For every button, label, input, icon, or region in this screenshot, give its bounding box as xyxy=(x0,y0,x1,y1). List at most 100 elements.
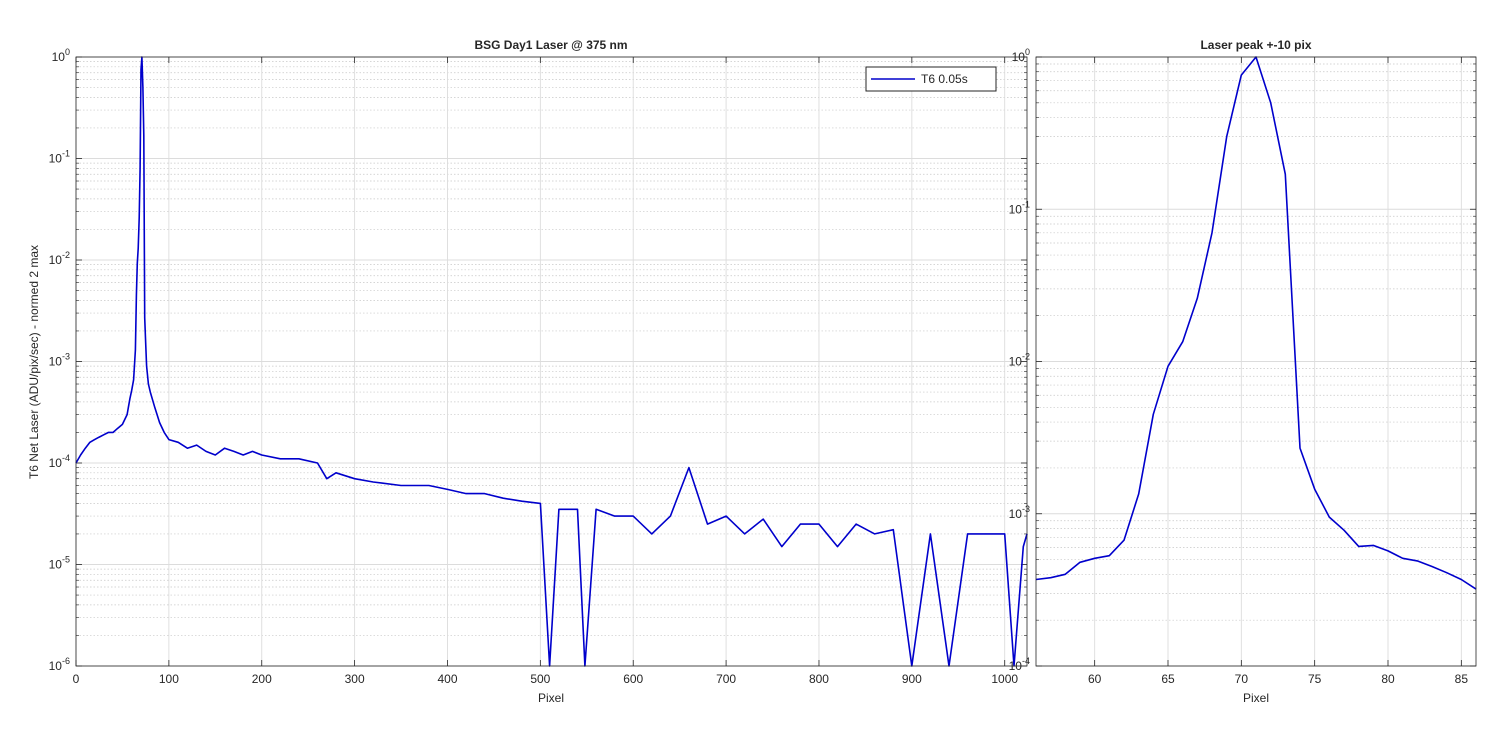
data-point xyxy=(688,467,690,469)
data-point xyxy=(148,383,150,385)
data-point xyxy=(502,497,504,499)
x-tick-label: 900 xyxy=(902,672,922,686)
y-tick-base: 10 xyxy=(1009,659,1023,673)
y-tick-exponent: -4 xyxy=(1022,656,1030,666)
data-point xyxy=(800,523,802,525)
x-tick-label: 60 xyxy=(1088,672,1102,686)
data-point xyxy=(762,518,764,520)
data-point xyxy=(98,436,100,438)
x-tick-label: 200 xyxy=(252,672,272,686)
y-tick-exponent: -1 xyxy=(62,149,70,159)
data-point xyxy=(484,493,486,495)
x-tick-label: 100 xyxy=(159,672,179,686)
data-point xyxy=(117,427,119,429)
data-point xyxy=(1402,558,1404,560)
x-tick-label: 800 xyxy=(809,672,829,686)
data-point xyxy=(122,424,124,426)
data-point xyxy=(163,432,165,434)
peak-chart-title: Laser peak +-10 pix xyxy=(1200,38,1311,52)
y-tick-base: 10 xyxy=(49,152,63,166)
data-point xyxy=(1343,529,1345,531)
data-point xyxy=(1358,546,1360,548)
data-point xyxy=(187,447,189,449)
y-tick-exponent: -2 xyxy=(62,250,70,260)
data-point xyxy=(428,485,430,487)
y-tick-label: 10-6 xyxy=(49,656,70,673)
data-point xyxy=(1050,577,1052,579)
x-tick-label: 0 xyxy=(73,672,80,686)
data-point xyxy=(632,515,634,517)
y-tick-base: 10 xyxy=(1009,355,1023,369)
x-tick-label: 65 xyxy=(1161,672,1175,686)
y-tick-label: 10-1 xyxy=(49,149,70,166)
data-point xyxy=(136,294,138,296)
main-spectrum-chart: 10-610-510-410-310-210-11000 100 200 300 400… xyxy=(27,38,1028,705)
y-tick-label: 10-2 xyxy=(49,250,70,267)
data-point xyxy=(465,493,467,495)
y-tick-label: 10-5 xyxy=(49,555,70,572)
data-point xyxy=(818,523,820,525)
data-point xyxy=(651,533,653,535)
data-point xyxy=(137,262,139,264)
data-point xyxy=(1197,298,1199,300)
data-point xyxy=(326,478,328,480)
data-point xyxy=(874,533,876,535)
data-point xyxy=(781,546,783,548)
y-tick-label: 100 xyxy=(52,47,70,64)
y-tick-label: 10-4 xyxy=(1009,656,1030,673)
legend-label: T6 0.05s xyxy=(921,72,968,86)
data-point xyxy=(1167,366,1169,368)
data-point xyxy=(614,515,616,517)
data-point xyxy=(94,439,96,441)
data-point xyxy=(242,454,244,456)
data-point xyxy=(140,69,142,71)
data-point xyxy=(1373,545,1375,547)
y-tick-base: 10 xyxy=(1009,202,1023,216)
data-point xyxy=(108,432,110,434)
data-point xyxy=(930,533,932,535)
x-tick-label: 300 xyxy=(345,672,365,686)
x-tick-label: 400 xyxy=(437,672,457,686)
data-point xyxy=(126,414,128,416)
data-point xyxy=(1431,566,1433,568)
y-tick-exponent: -3 xyxy=(62,352,70,362)
data-point xyxy=(670,515,672,517)
data-point xyxy=(144,317,146,319)
data-point xyxy=(967,533,969,535)
data-point xyxy=(1241,74,1243,76)
data-point xyxy=(89,442,91,444)
data-point xyxy=(1417,560,1419,562)
data-point xyxy=(177,442,179,444)
main-x-axis-label: Pixel xyxy=(538,691,564,705)
data-point xyxy=(1109,555,1111,557)
data-point xyxy=(837,546,839,548)
data-point xyxy=(707,523,709,525)
y-tick-exponent: 0 xyxy=(1025,47,1030,57)
y-tick-exponent: -6 xyxy=(62,656,70,666)
y-tick-exponent: -4 xyxy=(62,453,70,463)
data-point xyxy=(1004,533,1006,535)
data-point xyxy=(168,439,170,441)
peak-x-axis-label: Pixel xyxy=(1243,691,1269,705)
x-tick-label: 75 xyxy=(1308,672,1322,686)
data-point xyxy=(1270,102,1272,104)
y-tick-label: 10-3 xyxy=(49,352,70,369)
data-point xyxy=(1285,173,1287,175)
data-point xyxy=(1211,232,1213,234)
x-tick-label: 700 xyxy=(716,672,736,686)
y-tick-exponent: 0 xyxy=(65,47,70,57)
y-tick-base: 10 xyxy=(52,50,66,64)
legend: T6 0.05s xyxy=(865,66,997,92)
data-point xyxy=(261,454,263,456)
data-point xyxy=(196,444,198,446)
data-point xyxy=(540,503,542,505)
y-tick-exponent: -2 xyxy=(1022,352,1030,362)
data-point xyxy=(298,458,300,460)
data-point xyxy=(154,407,156,409)
data-point xyxy=(985,533,987,535)
data-point xyxy=(1094,558,1096,560)
data-point xyxy=(224,447,226,449)
y-tick-base: 10 xyxy=(1012,50,1026,64)
y-tick-base: 10 xyxy=(49,456,63,470)
data-point xyxy=(129,398,131,400)
